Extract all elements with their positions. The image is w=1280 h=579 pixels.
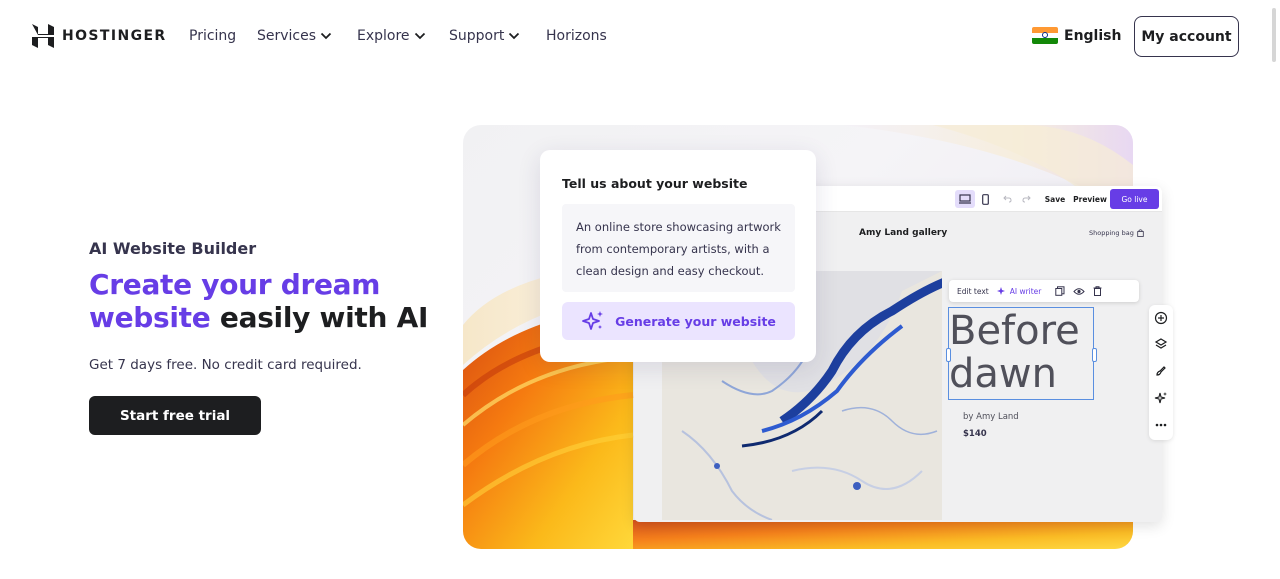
undo-icon[interactable] [1001,190,1013,208]
website-description-input[interactable]: An online store showcasing artwork from … [562,204,795,292]
add-element-icon[interactable] [1154,311,1168,325]
nav-item-label: Pricing [189,28,237,44]
prompt-card-title: Tell us about your website [562,176,748,191]
go-live-button[interactable]: Go live [1110,189,1159,209]
shopping-bag-icon [1137,229,1144,237]
hero-headline: Create your dream website easily with AI [89,268,428,334]
nav-item-horizons[interactable]: Horizons [546,28,607,44]
scrollbar-thumb[interactable] [1272,8,1276,62]
more-options-icon[interactable] [1154,418,1168,432]
generate-website-button[interactable]: Generate your website [562,302,795,340]
shopping-bag-label: Shopping bag [1089,229,1134,237]
save-button[interactable]: Save [1044,190,1066,208]
hero-subtext: Get 7 days free. No credit card required… [89,357,362,373]
nav-item-label: Explore [357,28,410,44]
mobile-view-icon[interactable] [978,190,992,208]
india-flag-icon [1032,27,1058,44]
layers-icon[interactable] [1154,337,1168,351]
language-selector[interactable]: English [1032,27,1121,44]
headline-accent-line2: website [89,301,211,334]
artwork-title: Before dawn [949,310,1080,396]
chevron-down-icon [509,32,520,40]
editor-side-toolbar [1149,305,1173,440]
language-label: English [1064,27,1122,44]
artwork-price: $140 [963,429,987,439]
generate-website-label: Generate your website [615,313,776,329]
edit-text-button[interactable]: Edit text [957,287,989,296]
nav-item-explore[interactable]: Explore [357,28,426,44]
redo-icon[interactable] [1020,190,1032,208]
headline-accent-line1: Create your dream [89,268,381,301]
ai-sparkle-icon[interactable] [1154,391,1168,405]
ai-prompt-card: Tell us about your website An online sto… [540,150,816,362]
top-navigation: HOSTINGER Pricing Services Explore Suppo… [0,0,1280,73]
nav-item-label: Support [449,28,505,44]
artwork-title-line2: dawn [949,351,1057,397]
ai-writer-label: AI writer [1009,286,1042,296]
duplicate-icon[interactable] [1055,286,1065,296]
nav-item-services[interactable]: Services [257,28,332,44]
description-line: from contemporary artists, with a [576,242,770,256]
brand-name: HOSTINGER [62,28,167,44]
description-line: clean design and easy checkout. [576,264,765,278]
headline-rest: easily with AI [219,301,429,334]
hero-eyebrow: AI Website Builder [89,239,257,258]
artwork-title-line1: Before [949,308,1080,354]
hostinger-logo[interactable]: HOSTINGER [32,24,167,48]
artist-name: by Amy Land [963,412,1019,422]
nav-item-pricing[interactable]: Pricing [189,28,236,44]
sparkle-icon [996,287,1005,295]
delete-icon[interactable] [1093,286,1102,296]
nav-item-label: Horizons [546,28,607,44]
nav-item-support[interactable]: Support [449,28,520,44]
description-line: An online store showcasing artwork [576,220,781,234]
sparkle-icon [582,311,604,330]
resize-handle[interactable] [1092,348,1097,362]
chevron-down-icon [320,32,332,40]
element-edit-bar: Edit text AI writer [949,280,1139,302]
start-free-trial-button[interactable]: Start free trial [89,396,261,435]
desktop-view-icon[interactable] [955,190,975,208]
chevron-down-icon [414,32,425,40]
ai-writer-button[interactable]: AI writer [996,286,1042,296]
preview-button[interactable]: Preview [1073,190,1107,208]
nav-item-label: Services [257,28,317,44]
visibility-icon[interactable] [1073,287,1086,296]
my-account-button[interactable]: My account [1134,16,1239,57]
shopping-bag-link[interactable]: Shopping bag [1089,229,1144,237]
style-brush-icon[interactable] [1154,364,1168,378]
hostinger-logo-icon [32,24,54,48]
site-title: Amy Land gallery [859,228,948,238]
